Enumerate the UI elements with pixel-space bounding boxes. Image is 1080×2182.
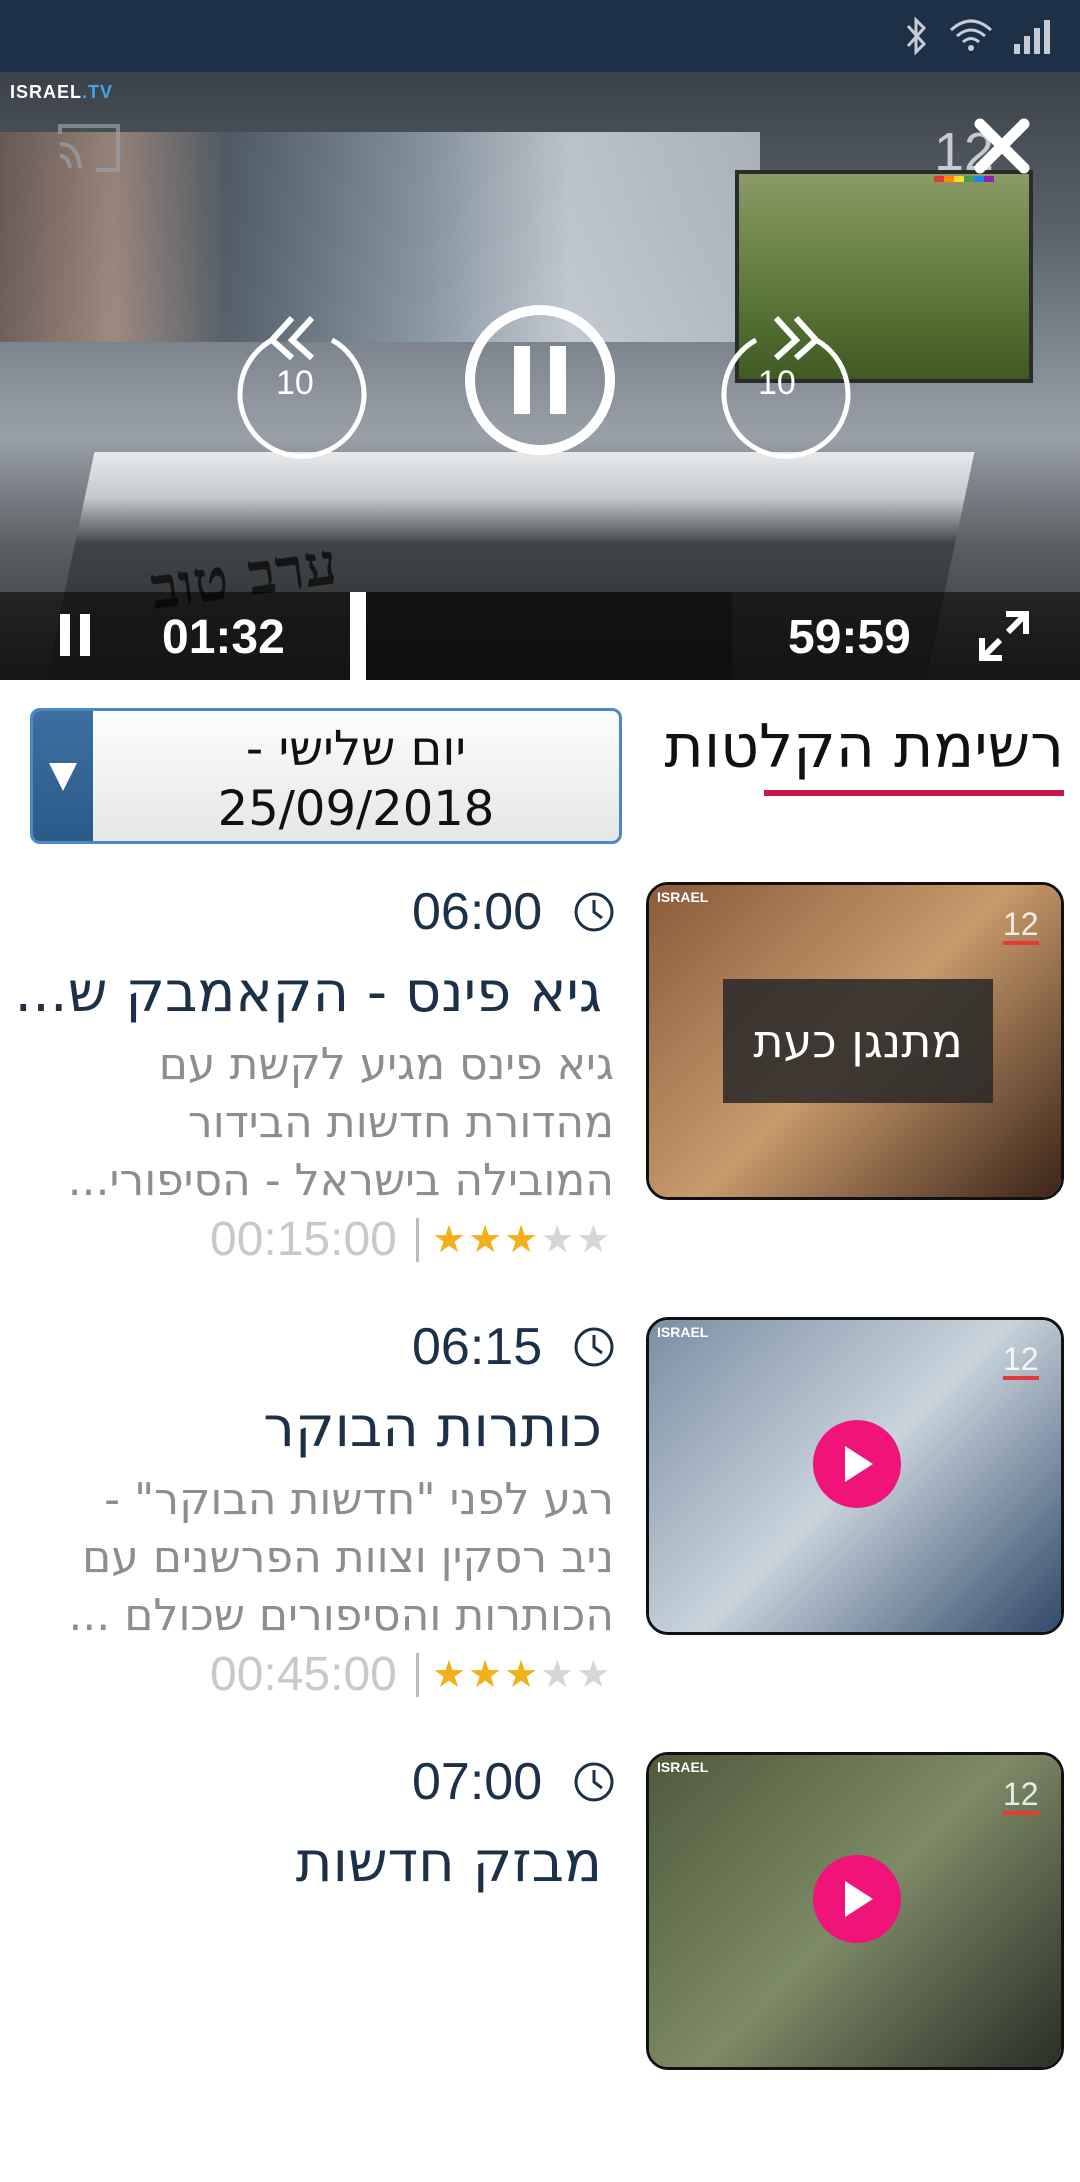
forward-seconds-label: 10	[758, 364, 796, 402]
clock-icon	[574, 892, 614, 932]
program-item[interactable]: ISRAEL 12 מתנגן כעת 06:00 גיא פינס - הקאמבק …	[0, 882, 1080, 1312]
play-button[interactable]	[813, 1855, 901, 1943]
channel-12-logo: 12	[1003, 1341, 1039, 1380]
svg-text:12: 12	[1003, 906, 1039, 942]
play-button[interactable]	[813, 1420, 901, 1508]
program-thumbnail[interactable]: ISRAEL 12	[646, 1317, 1064, 1635]
program-title[interactable]: גיא פינס - הקאמבק ש...	[16, 960, 602, 1025]
star-rating: ★ ★ ★ ★ ★	[432, 1220, 610, 1258]
program-time: 07:00	[412, 1753, 543, 1811]
seek-bar-remaining[interactable]	[366, 592, 732, 680]
program-thumbnail[interactable]: ISRAEL 12	[646, 1752, 1064, 2070]
description-line: הכותרות והסיפורים שכולם ...	[68, 1590, 614, 1641]
thumbnail-logo: ISRAEL	[657, 1759, 709, 1775]
play-icon	[845, 1881, 873, 1917]
play-pause-button[interactable]	[462, 302, 618, 462]
star-filled-icon: ★	[504, 1652, 539, 1696]
cast-icon[interactable]	[56, 120, 124, 176]
rating-divider	[416, 1218, 419, 1262]
star-filled-icon: ★	[432, 1652, 467, 1696]
title-underline	[764, 790, 1064, 796]
status-bar	[0, 0, 1080, 72]
description-line: רגע לפני "חדשות הבוקר" -	[104, 1474, 614, 1525]
forward-10-button[interactable]: 10	[716, 300, 856, 464]
fullscreen-icon[interactable]	[976, 608, 1032, 664]
israel-tv-logo: ISRAEL.TV	[10, 82, 114, 102]
star-empty-icon: ★	[540, 1217, 575, 1261]
clock-icon	[574, 1762, 614, 1802]
program-thumbnail[interactable]: ISRAEL 12 מתנגן כעת	[646, 882, 1064, 1200]
svg-text:12: 12	[1003, 1341, 1039, 1377]
program-duration: 00:15:00	[210, 1213, 397, 1266]
small-pause-icon[interactable]	[58, 610, 94, 660]
pause-icon	[465, 305, 615, 455]
channel-12-logo: 12	[1003, 906, 1039, 945]
description-line: גיא פינס מגיע לקשת עם	[158, 1039, 614, 1090]
date-day-label: יום שלישי -	[245, 721, 467, 777]
star-empty-icon: ★	[576, 1217, 611, 1261]
description-line: מהדורת חדשות הבידור	[187, 1097, 614, 1148]
description-line: ניב רסקין וצוות הפרשנים עם	[82, 1532, 614, 1583]
star-empty-icon: ★	[576, 1652, 611, 1696]
star-rating: ★ ★ ★ ★ ★	[432, 1655, 610, 1693]
thumbnail-logo: ISRAEL	[657, 1324, 709, 1340]
rating-divider	[416, 1653, 419, 1697]
program-title[interactable]: כותרות הבוקר	[16, 1395, 602, 1460]
date-value: 25/09/2018	[217, 781, 495, 837]
rewind-seconds-label: 10	[276, 364, 314, 402]
channel-12-logo: 12	[1003, 1776, 1039, 1815]
play-icon	[845, 1446, 873, 1482]
signal-icon	[1014, 20, 1050, 54]
program-item[interactable]: ISRAEL 12 07:00 מבזק חדשות	[0, 1752, 1080, 2182]
star-filled-icon: ★	[468, 1652, 503, 1696]
program-description: רגע לפני "חדשות הבוקר" - ניב רסקין וצוות …	[20, 1471, 614, 1645]
description-line: המובילה בישראל - הסיפורי...	[67, 1155, 614, 1206]
star-filled-icon: ★	[432, 1217, 467, 1261]
video-player[interactable]: ערב טוב ISRAEL.TV 12 10 10 01:32 59:59	[0, 72, 1080, 680]
bluetooth-icon	[906, 16, 927, 56]
wifi-icon	[949, 19, 993, 51]
star-filled-icon: ★	[468, 1217, 503, 1261]
program-time: 06:15	[412, 1318, 543, 1376]
current-time: 01:32	[162, 611, 285, 664]
svg-text:12: 12	[1003, 1776, 1039, 1812]
program-item[interactable]: ISRAEL 12 06:15 כותרות הבוקר רגע לפני "חדשות…	[0, 1317, 1080, 1747]
now-playing-badge: מתנגן כעת	[723, 979, 993, 1103]
date-dropdown[interactable]: יום שלישי - 25/09/2018	[30, 708, 622, 844]
program-duration: 00:45:00	[210, 1648, 397, 1701]
close-icon[interactable]	[972, 116, 1032, 176]
seek-handle[interactable]	[350, 592, 366, 680]
program-title[interactable]: מבזק חדשות	[16, 1830, 602, 1895]
schedule-title: רשימת הקלטות	[664, 712, 1064, 782]
program-description: גיא פינס מגיע לקשת עם מהדורת חדשות הבידור…	[20, 1036, 614, 1210]
rewind-10-button[interactable]: 10	[232, 300, 372, 464]
dropdown-arrow-icon[interactable]	[33, 711, 93, 841]
thumbnail-logo: ISRAEL	[657, 889, 709, 905]
total-time: 59:59	[788, 611, 911, 664]
star-filled-icon: ★	[504, 1217, 539, 1261]
clock-icon	[574, 1327, 614, 1367]
star-empty-icon: ★	[540, 1652, 575, 1696]
program-time: 06:00	[412, 883, 543, 941]
